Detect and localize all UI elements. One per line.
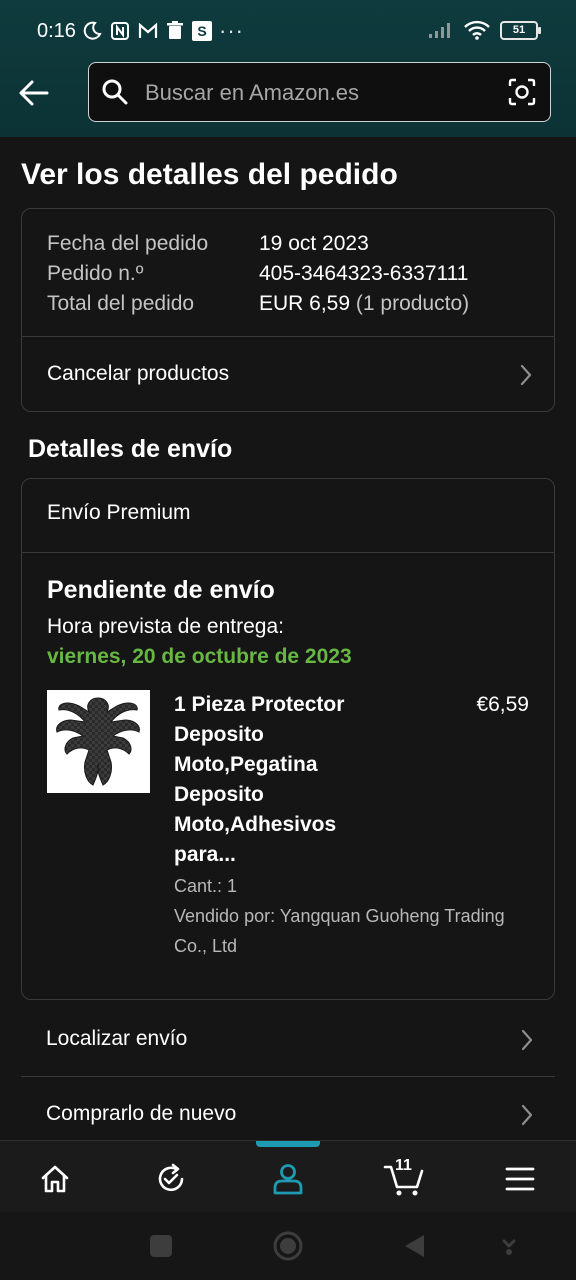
chevron-down-icon bbox=[502, 1239, 516, 1255]
order-summary-table: Fecha del pedido 19 oct 2023 Pedido n.º … bbox=[47, 229, 469, 319]
bottom-navigation bbox=[0, 1140, 576, 1213]
active-tab-indicator bbox=[256, 1141, 320, 1147]
order-number-row: Pedido n.º 405-3464323-6337111 bbox=[47, 259, 469, 289]
gmail-icon bbox=[138, 22, 158, 40]
product-quantity: Cant.: 1 bbox=[174, 876, 238, 896]
product-price: €6,59 bbox=[476, 693, 529, 716]
order-summary-card: Fecha del pedido 19 oct 2023 Pedido n.º … bbox=[21, 208, 555, 412]
shipping-section-title: Detalles de envío bbox=[28, 435, 233, 463]
top-header: 0:16 S ··· 51 bbox=[0, 0, 576, 137]
order-date-label: Fecha del pedido bbox=[47, 232, 209, 255]
order-item-count: (1 producto) bbox=[355, 292, 470, 315]
nav-inspire[interactable] bbox=[141, 1155, 201, 1203]
nfc-icon bbox=[110, 21, 130, 41]
order-total-value: EUR 6,59 bbox=[259, 292, 351, 315]
recent-apps-button[interactable] bbox=[145, 1230, 177, 1262]
trash-icon bbox=[166, 21, 184, 41]
buy-again-label: Comprarlo de nuevo bbox=[46, 1102, 237, 1125]
nav-menu[interactable] bbox=[490, 1155, 550, 1203]
shipping-method: Envío Premium bbox=[47, 501, 191, 524]
hamburger-menu-icon bbox=[505, 1167, 535, 1191]
page-title: Ver los detalles del pedido bbox=[21, 158, 398, 191]
chevron-right-icon bbox=[521, 1104, 533, 1131]
order-number-value: 405-3464323-6337111 bbox=[259, 262, 469, 285]
search-icon bbox=[101, 78, 129, 111]
nav-home[interactable] bbox=[25, 1155, 85, 1203]
wifi-icon bbox=[464, 20, 490, 40]
search-bar[interactable] bbox=[88, 62, 551, 122]
chevron-right-icon bbox=[521, 1029, 533, 1056]
system-navigation-bar bbox=[0, 1212, 576, 1280]
search-input[interactable] bbox=[143, 73, 497, 113]
order-date-row: Fecha del pedido 19 oct 2023 bbox=[47, 229, 469, 259]
battery-icon: 51 bbox=[500, 20, 541, 40]
svg-text:S: S bbox=[197, 23, 206, 39]
status-time: 0:16 bbox=[37, 20, 76, 42]
track-package-button[interactable]: Localizar envío bbox=[21, 1002, 555, 1076]
cancel-products-label: Cancelar productos bbox=[47, 362, 230, 385]
user-icon bbox=[273, 1164, 303, 1195]
signal-icon bbox=[428, 21, 454, 39]
delivery-estimate-date: viernes, 20 de octubre de 2023 bbox=[47, 645, 352, 668]
track-package-label: Localizar envío bbox=[46, 1027, 188, 1050]
product-seller: Vendido por: Yangquan Guoheng Trading Co… bbox=[174, 906, 505, 956]
hide-keyboard-button[interactable] bbox=[493, 1230, 525, 1262]
order-total-value-wrap: EUR 6,59 (1 producto) bbox=[259, 289, 469, 319]
order-total-label: Total del pedido bbox=[47, 292, 195, 315]
camera-scan-icon[interactable] bbox=[508, 78, 536, 111]
triangle-back-icon bbox=[405, 1235, 424, 1257]
home-icon bbox=[41, 1165, 69, 1193]
status-bar: 0:16 S ··· 51 bbox=[0, 0, 576, 60]
product-title-link[interactable]: 1 Pieza Protector Deposito Moto,Pegatina… bbox=[174, 690, 374, 870]
status-system-icons: 51 bbox=[428, 20, 541, 40]
shipment-card: Envío Premium Pendiente de envío Hora pr… bbox=[21, 478, 555, 1000]
back-system-button[interactable] bbox=[398, 1230, 430, 1262]
order-number-label: Pedido n.º bbox=[47, 262, 144, 285]
refresh-check-icon bbox=[158, 1163, 184, 1192]
moon-icon bbox=[82, 21, 102, 41]
chevron-right-icon bbox=[520, 364, 532, 391]
tank-pad-icon bbox=[56, 697, 140, 786]
divider bbox=[22, 552, 554, 553]
shipment-status: Pendiente de envío bbox=[47, 576, 275, 604]
delivery-estimate-label: Hora prevista de entrega: bbox=[47, 615, 284, 638]
app-s-icon: S bbox=[192, 21, 212, 41]
product-image[interactable] bbox=[47, 690, 150, 793]
nav-account[interactable] bbox=[258, 1155, 318, 1203]
arrow-left-icon bbox=[19, 80, 49, 106]
back-button[interactable] bbox=[14, 75, 52, 111]
order-total-row: Total del pedido EUR 6,59 (1 producto) bbox=[47, 289, 469, 319]
cart-count-badge: 11 bbox=[395, 1157, 412, 1174]
status-notification-icons: S bbox=[82, 18, 212, 44]
square-icon bbox=[150, 1235, 172, 1257]
order-date-value: 19 oct 2023 bbox=[259, 232, 369, 255]
more-notifications-indicator: ··· bbox=[219, 18, 244, 43]
home-system-button[interactable] bbox=[272, 1230, 304, 1262]
cancel-products-button[interactable]: Cancelar productos bbox=[22, 337, 554, 411]
circle-icon bbox=[273, 1231, 303, 1261]
